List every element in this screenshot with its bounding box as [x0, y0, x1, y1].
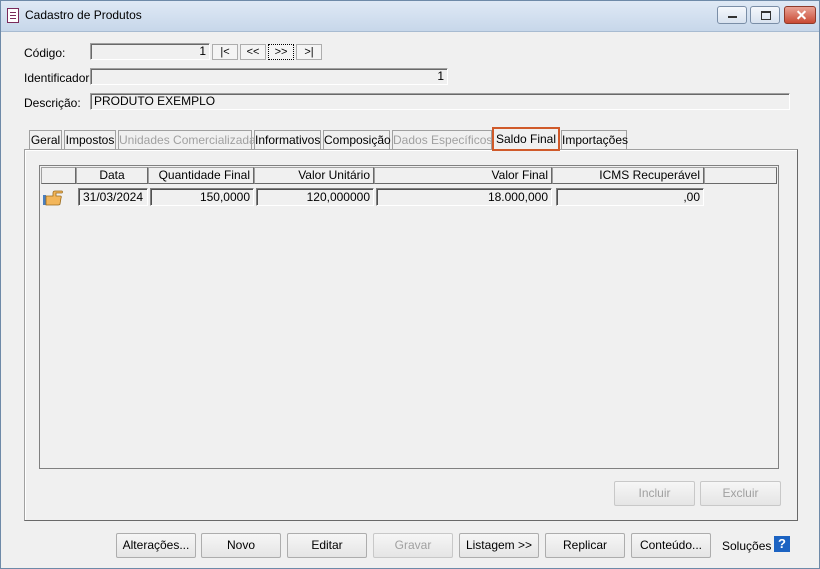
column-header-icms-recuperavel[interactable]: ICMS Recuperável — [552, 167, 704, 184]
first-record-button[interactable]: |< — [212, 44, 238, 60]
tab-unidades-comercializadas: Unidades Comercializadas — [118, 130, 262, 149]
tab-geral[interactable]: Geral — [29, 130, 62, 149]
incluir-button: Incluir — [614, 481, 695, 506]
identificador-field[interactable]: 1 — [90, 68, 448, 85]
tab-importacoes[interactable]: Importações — [561, 130, 628, 149]
cell-valor-final[interactable]: 18.000,000 — [376, 188, 552, 206]
saldo-final-grid[interactable]: Data Quantidade Final Valor Unitário Val… — [39, 165, 779, 469]
next-record-button[interactable]: >> — [268, 44, 294, 60]
cell-valor-unitario[interactable]: 120,000000 — [256, 188, 374, 206]
app-document-icon — [7, 8, 19, 23]
previous-record-button[interactable]: << — [240, 44, 266, 60]
tab-saldo-final[interactable]: Saldo Final — [492, 127, 560, 151]
conteudo-button[interactable]: Conteúdo... — [631, 533, 711, 558]
codigo-field[interactable]: 1 — [90, 43, 210, 60]
editar-button[interactable]: Editar — [287, 533, 367, 558]
tab-impostos[interactable]: Impostos — [64, 130, 116, 149]
tab-informativos[interactable]: Informativos — [254, 130, 321, 149]
solucoes-link[interactable]: Soluções — [722, 539, 771, 553]
tab-composicao[interactable]: Composição — [323, 130, 391, 149]
title-bar: Cadastro de Produtos — [1, 1, 819, 32]
alteracoes-button[interactable]: Alterações... — [116, 533, 196, 558]
product-window: Cadastro de Produtos Código: 1 |< << >> … — [0, 0, 820, 569]
column-header-valor-unitario[interactable]: Valor Unitário — [254, 167, 374, 184]
column-header-data[interactable]: Data — [76, 167, 148, 184]
cell-data[interactable]: 31/03/2024 — [78, 188, 148, 206]
descricao-field[interactable]: PRODUTO EXEMPLO — [90, 93, 790, 110]
excluir-button: Excluir — [700, 481, 781, 506]
gravar-button: Gravar — [373, 533, 453, 558]
tab-dados-especificos: Dados Específicos — [392, 130, 492, 149]
codigo-label: Código: — [24, 46, 66, 60]
close-button[interactable] — [784, 6, 816, 24]
excluir-label: Excluir — [722, 486, 759, 500]
minimize-button[interactable] — [717, 6, 747, 24]
grid-corner-header — [41, 167, 76, 184]
listagem-button[interactable]: Listagem >> — [459, 533, 539, 558]
window-title: Cadastro de Produtos — [25, 8, 142, 22]
cell-icms-recuperavel[interactable]: ,00 — [556, 188, 704, 206]
identificador-label: Identificador: — [24, 71, 93, 85]
descricao-label: Descrição: — [24, 96, 81, 110]
novo-button[interactable]: Novo — [201, 533, 281, 558]
help-question-icon[interactable]: ? — [774, 536, 790, 552]
maximize-button[interactable] — [750, 6, 780, 24]
cell-quantidade-final[interactable]: 150,0000 — [150, 188, 254, 206]
column-header-empty — [704, 167, 777, 184]
column-header-quantidade-final[interactable]: Quantidade Final — [148, 167, 254, 184]
replicar-button[interactable]: Replicar — [545, 533, 625, 558]
last-record-button[interactable]: >| — [296, 44, 322, 60]
pointing-hand-icon — [43, 190, 63, 206]
incluir-label: Incluir — [638, 486, 671, 500]
column-header-valor-final[interactable]: Valor Final — [374, 167, 552, 184]
